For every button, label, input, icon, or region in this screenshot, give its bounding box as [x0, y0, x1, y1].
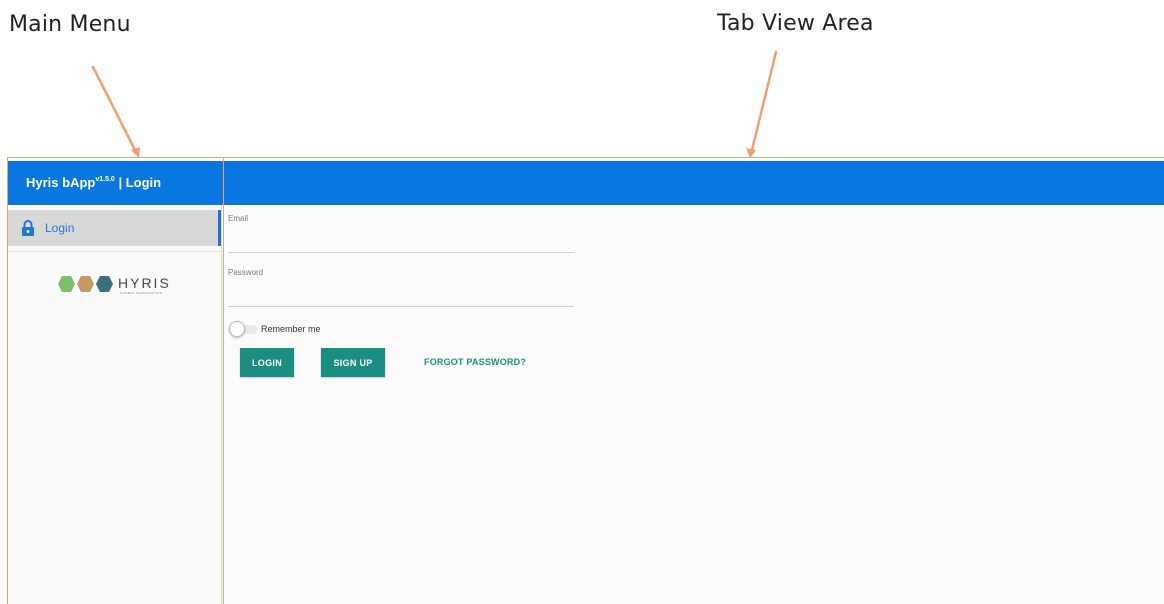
- email-label: Email: [228, 214, 249, 223]
- annotation-main-menu: Main Menu: [9, 12, 131, 37]
- tab-view-area: Email Password Remember me LOGIN SIGN UP…: [224, 205, 1164, 604]
- remember-me-toggle[interactable]: [229, 321, 257, 337]
- app-title: Hyris bAppv1.5.0 | Login: [26, 175, 161, 190]
- top-app-bar: Hyris bAppv1.5.0 | Login: [8, 161, 1164, 205]
- main-menu-arrow: [91, 65, 138, 154]
- annotation-tab-view-area: Tab View Area: [717, 11, 874, 36]
- password-field[interactable]: [228, 282, 574, 307]
- hyris-logo: HYRIS GLOBAL DIAGNOSTICS: [56, 273, 186, 297]
- hexagon-logo-icon: [58, 276, 113, 292]
- main-menu-sidebar: Login HYRIS GLOBAL DIAGNOSTICS: [8, 205, 222, 604]
- toggle-knob: [229, 321, 245, 337]
- sidebar-divider: [8, 251, 221, 252]
- tab-view-arrow: [750, 50, 778, 152]
- app-name: Hyris bApp: [26, 175, 96, 190]
- app-version: v1.5.0: [95, 175, 115, 183]
- sidebar-item-label: Login: [45, 221, 75, 235]
- remember-me-label: Remember me: [261, 324, 321, 334]
- login-button[interactable]: LOGIN: [240, 348, 294, 377]
- forgot-password-link[interactable]: FORGOT PASSWORD?: [424, 357, 526, 367]
- sidebar-item-login[interactable]: Login: [8, 210, 221, 246]
- logo-wordmark: HYRIS: [118, 275, 171, 291]
- section-title: | Login: [118, 175, 162, 190]
- email-field[interactable]: [228, 228, 574, 253]
- logo-tagline: GLOBAL DIAGNOSTICS: [120, 291, 163, 295]
- sign-up-button[interactable]: SIGN UP: [321, 348, 385, 377]
- password-label: Password: [228, 268, 264, 277]
- lock-icon: [22, 220, 34, 236]
